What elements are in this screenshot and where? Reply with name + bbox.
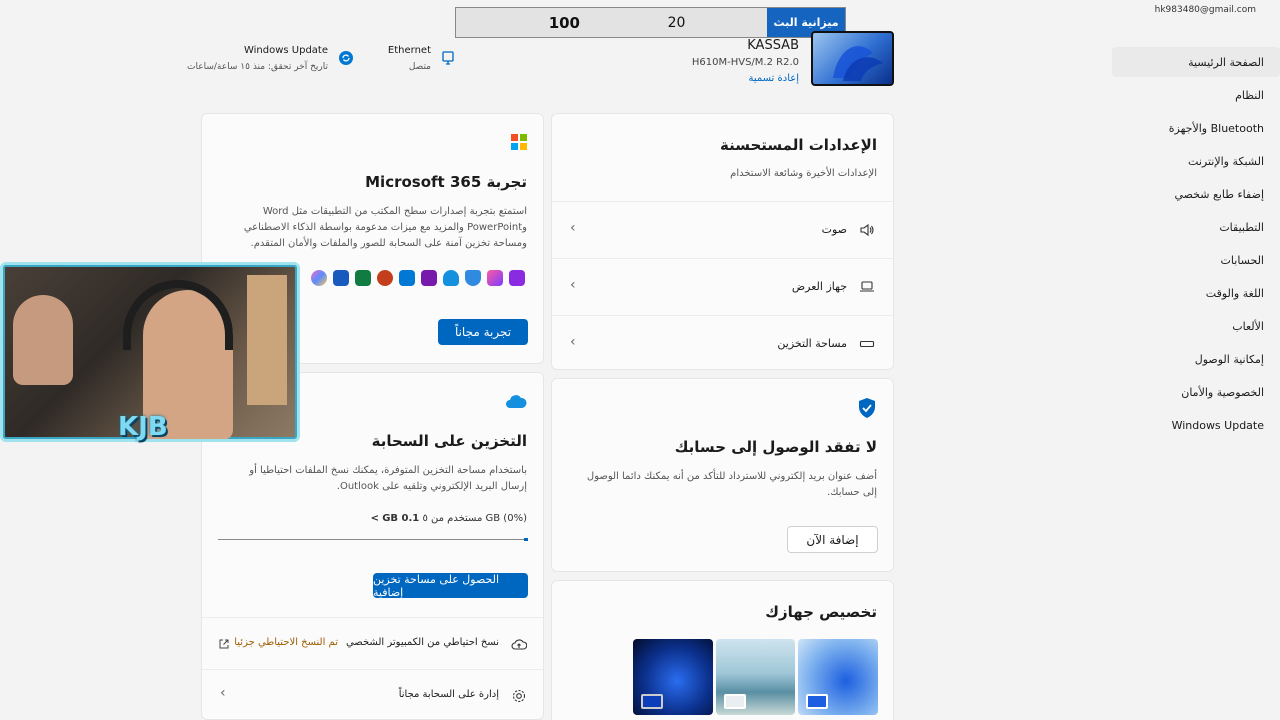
sidebar-item-home[interactable]: الصفحة الرئيسية <box>1188 56 1264 69</box>
update-title[interactable]: Windows Update <box>244 45 328 56</box>
storage-progress-track <box>218 538 528 541</box>
device-name: KASSAB <box>747 38 799 53</box>
sidebar-item-personalization[interactable]: إضفاء طابع شخصي <box>1174 188 1264 201</box>
ethernet-status: متصل <box>408 62 431 72</box>
backup-label: نسخ احتياطي من الكمبيوتر الشخصي <box>345 637 499 648</box>
cloud-title: التخزين على السحابة <box>371 432 527 450</box>
recommended-row-sound[interactable]: صوت ‹ <box>552 201 893 257</box>
chevron-left-icon: ‹ <box>220 685 226 701</box>
account-card-body: أضف عنوان بريد إلكتروني للاسترداد للتأكد… <box>586 471 877 498</box>
microsoft-logo-icon <box>511 134 527 150</box>
speaker-icon <box>859 222 875 242</box>
update-last-checked: تاريخ آخر تحقق: منذ ١٥ ساعة/ساعات <box>187 62 328 72</box>
sidebar-item-accounts[interactable]: الحسابات <box>1221 254 1264 267</box>
budget-value-20: 20 <box>586 8 767 37</box>
storage-usage: (0%) GB مستخدم من ٥ 0.1 GB > <box>371 513 527 524</box>
powerpoint-icon <box>377 270 393 286</box>
budget-value-100: 100 <box>456 8 586 37</box>
ethernet-title[interactable]: Ethernet <box>388 45 431 56</box>
clipchamp-icon <box>487 270 503 286</box>
m365-body: استمتع بتجربة إصدارات سطح المكتب من التط… <box>243 206 527 249</box>
copilot-icon <box>311 270 327 286</box>
sidebar-item-windows-update[interactable]: Windows Update <box>1172 419 1264 432</box>
storage-drive-icon <box>859 336 875 356</box>
sidebar: الصفحة الرئيسية النظام Bluetooth والأجهز… <box>1112 40 1280 460</box>
onenote-icon <box>421 270 437 286</box>
onedrive-icon <box>443 270 459 286</box>
storage-usage-rest: (0%) GB مستخدم من ٥ <box>422 513 527 524</box>
get-more-storage-button[interactable]: الحصول على مساحة تخزين إضافية <box>373 573 528 599</box>
theme-thumbnail-3[interactable] <box>633 639 713 715</box>
excel-icon <box>355 270 371 286</box>
manage-cloud-row[interactable]: إدارة على السحابة مجاناً ‹ <box>202 669 543 719</box>
cloud-body: باستخدام مساحة التخزين المتوفرة، يمكنك ن… <box>249 465 527 492</box>
sidebar-item-gaming[interactable]: الألعاب <box>1232 320 1264 333</box>
shield-check-icon <box>857 397 877 423</box>
add-now-button[interactable]: إضافة الآن <box>787 526 878 553</box>
chevron-left-icon: ‹ <box>570 277 576 293</box>
chevron-left-icon: ‹ <box>570 334 576 350</box>
laptop-icon <box>859 279 875 299</box>
device-model: H610M-HVS/M.2 R2.0 <box>691 57 799 68</box>
windows-bloom-icon <box>833 46 883 81</box>
account-card-title: لا تفقد الوصول إلى حسابك <box>674 438 877 456</box>
display-label: جهاز العرض <box>791 280 847 293</box>
sidebar-item-network[interactable]: الشبكة والإنترنت <box>1188 155 1264 168</box>
backup-status: تم النسخ الاحتياطي جزئيا <box>234 637 338 648</box>
rename-link[interactable]: إعادة تسمية <box>748 73 799 84</box>
stream-budget-bar: 100 20 ميزانية البث <box>455 7 846 38</box>
personalize-title: تخصيص جهازك <box>765 603 877 621</box>
device-thumbnail[interactable] <box>811 31 894 86</box>
webcam-curtain <box>247 275 287 405</box>
windows-update-icon <box>338 50 354 66</box>
account-recovery-card: لا تفقد الوصول إلى حسابك أضف عنوان بريد … <box>551 378 894 572</box>
ethernet-icon <box>441 50 457 66</box>
storage-usage-gt: > <box>370 513 380 524</box>
sidebar-item-bluetooth[interactable]: Bluetooth والأجهزة <box>1169 122 1264 135</box>
sidebar-item-system[interactable]: النظام <box>1235 89 1264 102</box>
kjb-logo: KJB <box>118 412 168 442</box>
open-external-icon[interactable] <box>218 635 230 654</box>
webcam-person-left <box>13 295 73 385</box>
recommended-settings-card: الإعدادات المستحسنة الإعدادات الأخيرة وش… <box>551 113 894 370</box>
designer-icon <box>509 270 525 286</box>
try-free-button[interactable]: تجربة مجاناً <box>438 319 528 345</box>
chevron-left-icon: ‹ <box>570 220 576 236</box>
outlook-icon <box>399 270 415 286</box>
recommended-title: الإعدادات المستحسنة <box>719 136 877 154</box>
word-icon <box>333 270 349 286</box>
backup-row[interactable]: نسخ احتياطي من الكمبيوتر الشخصي تم النسخ… <box>202 617 543 669</box>
sound-label: صوت <box>821 223 847 236</box>
sidebar-item-apps[interactable]: التطبيقات <box>1219 221 1264 234</box>
theme-thumbnail-2[interactable] <box>716 639 795 715</box>
theme-thumbnail-1[interactable] <box>798 639 878 715</box>
sidebar-item-time-language[interactable]: اللغة والوقت <box>1206 287 1264 300</box>
storage-label: مساحة التخزين <box>777 337 847 350</box>
recommended-row-display[interactable]: جهاز العرض ‹ <box>552 258 893 314</box>
webcam-headset <box>123 280 233 350</box>
cloud-upload-icon <box>511 636 528 655</box>
storage-progress-fill <box>524 538 528 541</box>
gear-icon <box>511 688 527 708</box>
onedrive-cloud-icon <box>505 393 527 413</box>
sidebar-item-privacy[interactable]: الخصوصية والأمان <box>1181 386 1264 399</box>
manage-cloud-label: إدارة على السحابة مجاناً <box>398 689 499 700</box>
sidebar-item-accessibility[interactable]: إمكانية الوصول <box>1195 353 1264 366</box>
storage-usage-main: 0.1 GB <box>382 513 420 524</box>
defender-icon <box>465 270 481 286</box>
account-email: hk983480@gmail.com <box>1154 5 1256 15</box>
m365-title: تجربة Microsoft 365 <box>365 173 527 191</box>
recommended-row-storage[interactable]: مساحة التخزين ‹ <box>552 315 893 369</box>
recommended-subtitle: الإعدادات الأخيرة وشائعة الاستخدام <box>730 168 877 179</box>
personalize-card: تخصيص جهازك <box>551 580 894 720</box>
